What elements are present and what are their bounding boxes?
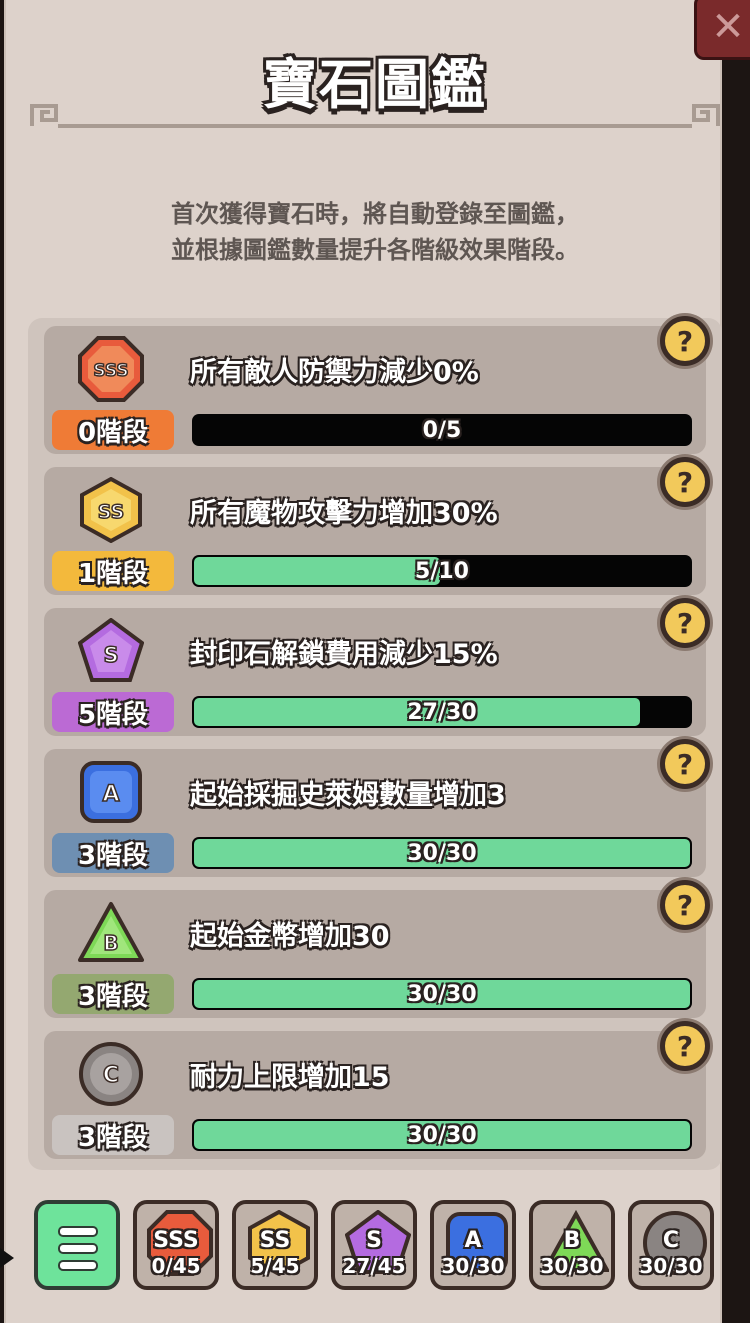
tab-sss[interactable]: SSS 0/45 <box>133 1200 219 1290</box>
progress-text: 5/10 <box>415 558 469 584</box>
tab-count: 27/45 <box>342 1254 406 1278</box>
description-line-2: 並根據圖鑑數量提升各階級效果階段。 <box>171 236 579 264</box>
gem-ss-icon: SS <box>80 477 142 543</box>
tab-c[interactable]: C 30/30 <box>628 1200 714 1290</box>
tab-count: 30/30 <box>540 1254 604 1278</box>
progress-text: 30/30 <box>407 1122 477 1148</box>
tab-grade-label: B <box>563 1228 581 1253</box>
gem-b-icon: B <box>78 902 144 962</box>
tab-grade-label: SS <box>259 1228 291 1253</box>
menu-icon <box>58 1226 98 1277</box>
stage-badge: 3階段 <box>52 833 174 873</box>
gem-grade-label: B <box>103 931 118 955</box>
tab-grade-label: SSS <box>153 1228 199 1253</box>
help-button[interactable]: ? <box>660 457 710 507</box>
tab-a[interactable]: A 30/30 <box>430 1200 516 1290</box>
question-icon: ? <box>676 1029 694 1063</box>
question-icon: ? <box>676 465 694 499</box>
progress-bar: 27/30 <box>192 696 692 728</box>
effect-row-s: S 封印石解鎖費用減少15% 5階段 27/30 ? <box>44 598 710 736</box>
progress-bar: 5/10 <box>192 555 692 587</box>
help-button[interactable]: ? <box>660 316 710 366</box>
tab-grade-label: C <box>662 1228 680 1253</box>
effect-text: 耐力上限增加15 <box>190 1062 390 1093</box>
tab-ss[interactable]: SS 5/45 <box>232 1200 318 1290</box>
progress-bar: 30/30 <box>192 1119 692 1151</box>
gem-c-icon: C <box>79 1042 143 1106</box>
progress-text: 30/30 <box>407 981 477 1007</box>
question-icon: ? <box>676 606 694 640</box>
gem-grade-label: SSS <box>93 361 128 381</box>
collection-description: 首次獲得寶石時，將自動登錄至圖鑑， 並根據圖鑑數量提升各階級效果階段。 <box>0 196 750 268</box>
effect-text: 所有敵人防禦力減少0% <box>190 357 479 388</box>
description-line-1: 首次獲得寶石時，將自動登錄至圖鑑， <box>171 200 579 228</box>
tab-count: 30/30 <box>441 1254 505 1278</box>
gem-grade-label: C <box>103 1063 119 1088</box>
effect-text: 起始金幣增加30 <box>190 921 390 952</box>
progress-bar: 30/30 <box>192 978 692 1010</box>
progress-bar: 0/5 <box>192 414 692 446</box>
question-icon: ? <box>676 888 694 922</box>
ornament-divider <box>30 104 720 128</box>
stage-badge: 5階段 <box>52 692 174 732</box>
question-icon: ? <box>676 747 694 781</box>
grade-tab-bar: SSS 0/45 SS 5/45 S 27/45 A 30/30 B 30/30… <box>0 1190 750 1300</box>
progress-bar: 30/30 <box>192 837 692 869</box>
effect-row-a: A 起始採掘史萊姆數量增加3 3階段 30/30 ? <box>44 739 710 877</box>
stage-badge: 3階段 <box>52 974 174 1014</box>
question-icon: ? <box>676 324 694 358</box>
tab-b[interactable]: B 30/30 <box>529 1200 615 1290</box>
effect-list: SSS 所有敵人防禦力減少0% 0階段 0/5 ? SS 所有魔物攻擊力增加30… <box>28 316 722 1170</box>
tab-count: 30/30 <box>639 1254 703 1278</box>
progress-text: 0/5 <box>422 417 462 443</box>
effect-row-b: B 起始金幣增加30 3階段 30/30 ? <box>44 880 710 1018</box>
gem-grade-label: SS <box>98 501 125 523</box>
help-button[interactable]: ? <box>660 598 710 648</box>
gem-sss-icon: SSS <box>78 336 144 402</box>
gem-grade-label: S <box>103 643 118 667</box>
effect-text: 起始採掘史萊姆數量增加3 <box>190 780 506 811</box>
effect-row-c: C 耐力上限增加15 3階段 30/30 ? <box>44 1021 710 1159</box>
tab-count: 5/45 <box>250 1254 300 1278</box>
tab-grade-label: A <box>464 1228 482 1253</box>
gem-s-icon: S <box>78 618 144 682</box>
stage-badge: 3階段 <box>52 1115 174 1155</box>
help-button[interactable]: ? <box>660 880 710 930</box>
tab-count: 0/45 <box>151 1254 201 1278</box>
effect-row-sss: SSS 所有敵人防禦力減少0% 0階段 0/5 ? <box>44 316 710 454</box>
gem-grade-label: A <box>102 782 119 807</box>
progress-text: 27/30 <box>407 699 477 725</box>
help-button[interactable]: ? <box>660 739 710 789</box>
effect-row-ss: SS 所有魔物攻擊力增加30% 1階段 5/10 ? <box>44 457 710 595</box>
effect-text: 封印石解鎖費用減少15% <box>190 639 498 670</box>
tab-grade-label: S <box>366 1228 382 1253</box>
tab-menu[interactable] <box>34 1200 120 1290</box>
tab-s[interactable]: S 27/45 <box>331 1200 417 1290</box>
stage-badge: 1階段 <box>52 551 174 591</box>
progress-text: 30/30 <box>407 840 477 866</box>
gem-a-icon: A <box>80 761 142 823</box>
effect-text: 所有魔物攻擊力增加30% <box>190 498 498 529</box>
stage-badge: 0階段 <box>52 410 174 450</box>
help-button[interactable]: ? <box>660 1021 710 1071</box>
